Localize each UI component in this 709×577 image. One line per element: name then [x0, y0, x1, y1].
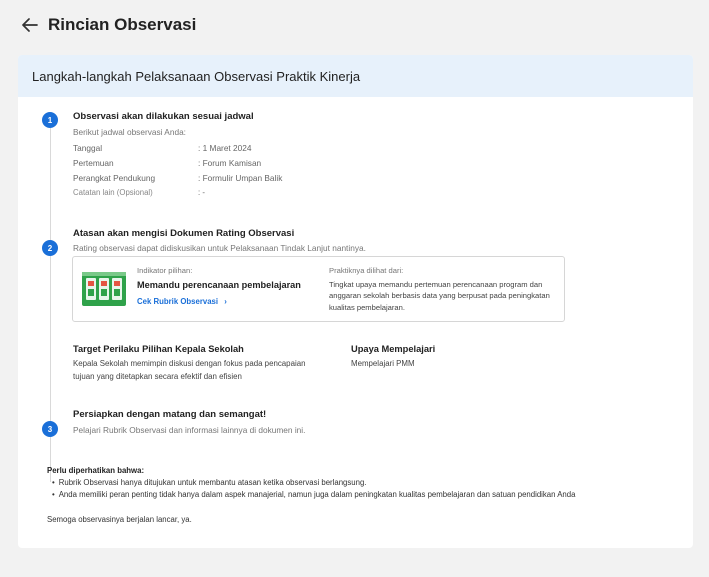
- card-heading: Langkah-langkah Pelaksanaan Observasi Pr…: [32, 68, 361, 84]
- indicator-thumbnail: [82, 272, 126, 306]
- list-item: Anda memiliki peran penting tidak hanya …: [52, 489, 576, 501]
- notes-list: Rubrik Observasi hanya ditujukan untuk m…: [52, 477, 576, 501]
- card-header: Langkah-langkah Pelaksanaan Observasi Pr…: [18, 55, 693, 97]
- back-arrow-icon[interactable]: [22, 16, 40, 34]
- top-bar: Rincian Observasi: [22, 14, 196, 36]
- schedule-label: Pertemuan: [73, 158, 114, 168]
- learning-effort-title: Upaya Mempelajari: [351, 344, 436, 354]
- schedule-label: Catatan lain (Opsional): [73, 188, 153, 197]
- step-3-title: Persiapkan dengan matang dan semangat!: [73, 409, 267, 420]
- practice-label: Praktiknya dilihat dari:: [329, 266, 404, 275]
- schedule-value: : Formulir Umpan Balik: [198, 173, 283, 183]
- schedule-value: : Forum Kamisan: [198, 158, 262, 168]
- chevron-right-icon: ›: [224, 297, 227, 306]
- step-2-subtitle: Rating observasi dapat didiskusikan untu…: [73, 243, 366, 253]
- schedule-label: Tanggal: [73, 143, 103, 153]
- page-title: Rincian Observasi: [48, 15, 197, 34]
- step-3-badge: 3: [42, 421, 58, 437]
- target-behavior-text: Kepala Sekolah memimpin diskusi dengan f…: [73, 359, 306, 381]
- schedule-row-meeting: Pertemuan : Forum Kamisan: [73, 158, 261, 168]
- schedule-row-notes: Catatan lain (Opsional) : -: [73, 188, 205, 197]
- notes-title: Perlu diperhatikan bahwa:: [47, 466, 145, 475]
- schedule-value: : -: [198, 188, 205, 197]
- schedule-label: Perangkat Pendukung: [73, 173, 156, 183]
- step-1-title: Observasi akan dilakukan sesuai jadwal: [73, 111, 254, 122]
- check-rubric-link-label: Cek Rubrik Observasi: [137, 297, 219, 306]
- schedule-value: : 1 Maret 2024: [198, 143, 252, 153]
- observation-card: Langkah-langkah Pelaksanaan Observasi Pr…: [18, 55, 693, 548]
- step-3-subtitle: Pelajari Rubrik Observasi dan informasi …: [73, 425, 306, 435]
- step-2-title: Atasan akan mengisi Dokumen Rating Obser…: [73, 228, 295, 239]
- indicator-label: Indikator pilihan:: [137, 266, 193, 275]
- step-1-badge: 1: [42, 112, 58, 128]
- indicator-name: Memandu perencanaan pembelajaran: [137, 280, 301, 290]
- step-1-subtitle: Berikut jadwal observasi Anda:: [73, 127, 186, 137]
- schedule-row-tools: Perangkat Pendukung : Formulir Umpan Bal…: [73, 173, 282, 183]
- step-2-badge: 2: [42, 240, 58, 256]
- check-rubric-link[interactable]: Cek Rubrik Observasi ›: [137, 297, 227, 306]
- schedule-row-date: Tanggal : 1 Maret 2024: [73, 143, 252, 153]
- learning-effort-text: Mempelajari PMM: [351, 359, 415, 368]
- practice-description: Tingkat upaya memandu pertemuan perencan…: [329, 280, 550, 312]
- closing-message: Semoga observasinya berjalan lancar, ya.: [47, 515, 192, 524]
- indicator-card: Indikator pilihan: Memandu perencanaan p…: [72, 256, 565, 322]
- target-behavior-title: Target Perilaku Pilihan Kepala Sekolah: [73, 344, 244, 354]
- list-item: Rubrik Observasi hanya ditujukan untuk m…: [52, 477, 575, 489]
